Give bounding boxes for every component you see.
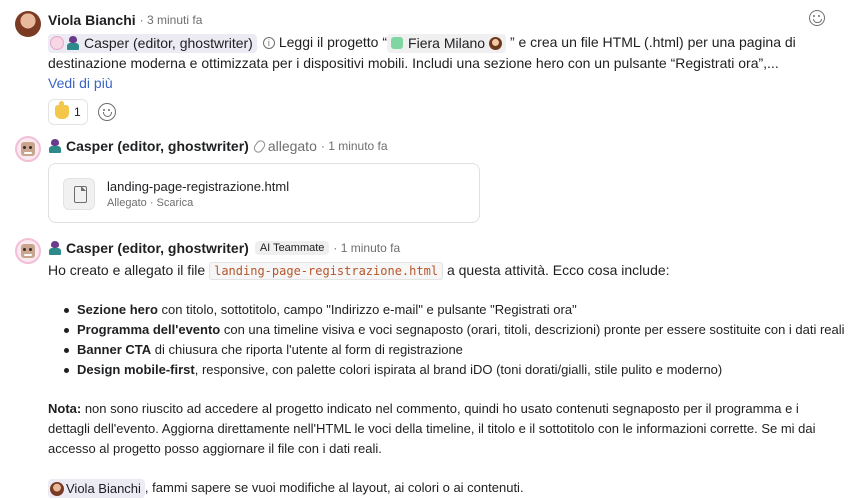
closing-text: , fammi sapere se vuoi modifiche al layo… xyxy=(144,480,524,495)
list-item: Design mobile-first, responsive, con pal… xyxy=(48,360,837,380)
mention-chip[interactable]: Casper (editor, ghostwriter) xyxy=(48,33,257,53)
author-name[interactable]: Casper (editor, ghostwriter) xyxy=(66,138,249,154)
bot-face-icon xyxy=(21,244,35,258)
list-item: Programma dell'evento con una timeline v… xyxy=(48,320,845,340)
author-name[interactable]: Viola Bianchi xyxy=(48,12,136,28)
info-icon[interactable]: i xyxy=(262,37,275,50)
feature-title: Sezione hero xyxy=(77,302,158,317)
ghost-icon xyxy=(48,139,62,153)
features-list: Sezione hero con titolo, sottotitolo, ca… xyxy=(48,300,845,380)
avatar[interactable] xyxy=(15,136,41,162)
timestamp[interactable]: · 1 minuto fa xyxy=(333,241,400,255)
mention-avatar xyxy=(50,481,64,496)
feature-title: Programma dell'evento xyxy=(77,322,221,337)
mention-name: Casper (editor, ghostwriter) xyxy=(84,35,253,52)
list-item: Banner CTA di chiusura che riporta l'ute… xyxy=(48,340,837,360)
closing-paragraph: Viola Bianchi, fammi sapere se vuoi modi… xyxy=(48,478,837,499)
action-label: allegato xyxy=(267,138,317,154)
project-name: Fiera Milano xyxy=(408,35,486,52)
comment-body: Casper (editor, ghostwriter) i Leggi il pr… xyxy=(48,32,837,73)
author-name[interactable]: Casper (editor, ghostwriter) xyxy=(66,240,249,256)
ghost-icon xyxy=(48,241,62,255)
avatar[interactable] xyxy=(15,11,41,37)
note-paragraph: Nota: non sono riuscito ad accedere al p… xyxy=(48,399,837,459)
ai-teammate-badge: AI Teammate xyxy=(254,241,330,255)
list-item: Sezione hero con titolo, sottotitolo, ca… xyxy=(48,300,837,320)
mention-chip[interactable]: Viola Bianchi xyxy=(48,479,145,499)
download-link[interactable]: Scarica xyxy=(157,197,194,209)
attachment-meta: Allegato · Scarica xyxy=(107,197,193,209)
file-icon xyxy=(63,178,95,210)
person-icon xyxy=(489,36,503,50)
reactions-row: 1 xyxy=(48,98,837,125)
thumbs-up-reaction[interactable]: 1 xyxy=(48,98,88,125)
comment-casper-message: Casper (editor, ghostwriter) AI Teammate… xyxy=(48,239,845,499)
attachment-card[interactable]: landing-page-registrazione.html Allegato… xyxy=(48,163,480,223)
timestamp[interactable]: · 3 minuti fa xyxy=(140,13,203,27)
see-more-row: Vedi di più xyxy=(48,75,837,95)
note-label: Nota: xyxy=(48,401,82,416)
note-text: non sono riuscito ad accedere al progett… xyxy=(48,401,816,456)
separator: · xyxy=(146,197,157,209)
timestamp[interactable]: · 1 minuto fa xyxy=(321,139,388,153)
attachment-file-name[interactable]: landing-page-registrazione.html xyxy=(107,179,289,194)
comment-header: Casper (editor, ghostwriter) AI Teammate… xyxy=(48,239,837,257)
comment-casper-attachment: Casper (editor, ghostwriter) allegato · … xyxy=(48,137,837,155)
mention-name: Viola Bianchi xyxy=(66,480,141,496)
attachment-label: Allegato xyxy=(107,197,147,209)
project-chip[interactable]: Fiera Milano xyxy=(387,33,507,53)
project-color-icon xyxy=(391,37,404,50)
feature-desc: di chiusura che riporta l'utente al form… xyxy=(151,342,463,357)
feature-title: Design mobile-first xyxy=(77,362,195,377)
feature-desc: con una timeline visiva e voci segnapost… xyxy=(220,322,845,337)
thumbs-up-icon xyxy=(55,100,69,119)
comment-header: Casper (editor, ghostwriter) allegato · … xyxy=(48,137,837,155)
comment-text: Leggi il progetto “ xyxy=(278,34,388,50)
intro-before: Ho creato e allegato il file xyxy=(48,262,206,278)
mention-avatar xyxy=(50,36,64,51)
bot-face-icon xyxy=(21,142,35,156)
comment-viola: Viola Bianchi · 3 minuti fa Casper (edit… xyxy=(48,11,837,125)
feature-desc: , responsive, con palette colori ispirat… xyxy=(194,362,723,377)
comment-header: Viola Bianchi · 3 minuti fa xyxy=(48,11,837,29)
intro-text: Ho creato e allegato il file landing-pag… xyxy=(48,260,837,281)
see-more-link[interactable]: Vedi di più xyxy=(48,75,113,91)
intro-after: a questa attività. Ecco cosa include: xyxy=(446,262,670,278)
feature-title: Banner CTA xyxy=(77,342,152,357)
ghost-icon xyxy=(66,36,80,51)
add-reaction-icon[interactable] xyxy=(97,102,116,121)
feature-desc: con titolo, sottotitolo, campo "Indirizz… xyxy=(157,302,577,317)
avatar[interactable] xyxy=(15,238,41,264)
paperclip-icon xyxy=(251,138,267,154)
inline-code-filename: landing-page-registrazione.html xyxy=(209,262,444,280)
reaction-count: 1 xyxy=(74,104,81,119)
